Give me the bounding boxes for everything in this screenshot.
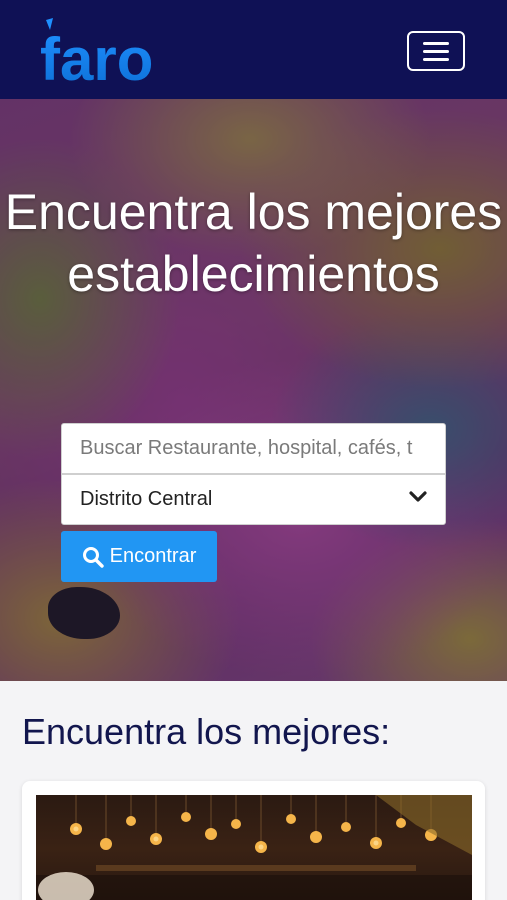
section-title: Encuentra los mejores:	[22, 711, 391, 752]
restaurant-interior-photo	[36, 795, 472, 900]
hero-title: Encuentra los mejores establecimientos	[4, 184, 503, 302]
district-select[interactable]: Distrito Central	[61, 474, 446, 525]
district-selected-value: Distrito Central	[80, 488, 213, 510]
hero-banner: Encuentra los mejores establecimientos	[0, 99, 507, 681]
category-card[interactable]	[22, 781, 485, 900]
search-icon	[82, 546, 104, 568]
find-button[interactable]: Encontrar	[61, 531, 217, 582]
search-input[interactable]	[61, 423, 446, 474]
hamburger-menu-icon[interactable]	[407, 31, 465, 71]
chevron-down-icon	[409, 490, 427, 509]
logo-text: faro	[40, 26, 153, 84]
top-navbar: faro	[0, 0, 507, 99]
faro-logo[interactable]: faro	[40, 18, 170, 84]
find-button-label: Encontrar	[109, 545, 197, 567]
